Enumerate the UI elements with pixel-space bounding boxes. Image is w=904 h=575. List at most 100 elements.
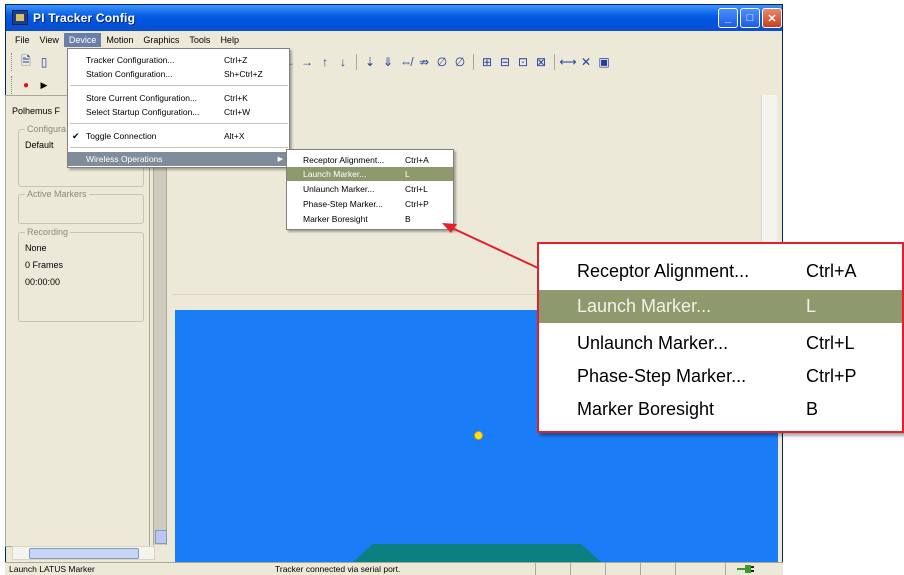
rotate-down-alt-icon[interactable]: ⇓ — [380, 54, 396, 70]
menu-item-select-startup-configuration[interactable]: Select Startup Configuration... Ctrl+W — [68, 105, 289, 119]
menu-item-label: Unlaunch Marker... — [303, 184, 375, 194]
menu-item-shortcut: B — [405, 214, 411, 224]
cross-icon[interactable]: ✕ — [578, 54, 594, 70]
view-front-icon[interactable]: ⊞ — [479, 54, 495, 70]
menu-item-receptor-alignment[interactable]: Receptor Alignment... Ctrl+A — [287, 153, 453, 167]
toolbar-grip[interactable] — [11, 76, 14, 94]
menu-separator — [70, 123, 288, 124]
menu-tools[interactable]: Tools — [184, 33, 215, 47]
marker-ball — [474, 431, 483, 440]
toolbar-separator — [356, 54, 357, 70]
menu-item-label: Select Startup Configuration... — [86, 107, 200, 117]
roll-right-icon[interactable]: ∅ — [452, 54, 468, 70]
scroll-down-button[interactable] — [155, 530, 167, 544]
arrow-up-icon[interactable]: ↑ — [317, 54, 333, 70]
menu-item-marker-boresight[interactable]: Marker Boresight B — [287, 212, 453, 226]
status-divider — [535, 563, 536, 575]
menu-item-label: Store Current Configuration... — [86, 93, 198, 103]
rotate-left-icon[interactable]: ⇎ — [398, 54, 414, 70]
zoom-shortcut: Ctrl+P — [806, 366, 857, 386]
active-markers-label: Active Markers — [25, 189, 89, 199]
arrow-down-icon[interactable]: ↓ — [335, 54, 351, 70]
record-icon[interactable]: ● — [18, 77, 34, 93]
device-menu: Tracker Configuration... Ctrl+Z Station … — [67, 48, 290, 168]
menu-motion[interactable]: Motion — [101, 33, 138, 47]
configuration-value: Default — [25, 140, 54, 150]
document-icon[interactable]: 🗎 — [18, 54, 34, 70]
menu-item-shortcut: Alt+X — [224, 131, 245, 141]
status-left-text: Launch LATUS Marker — [9, 564, 95, 574]
menu-item-label: Tracker Configuration... — [86, 55, 175, 65]
zoom-row-receptor-alignment: Receptor Alignment... Ctrl+A — [539, 255, 902, 288]
frame-icon[interactable]: ▣ — [596, 54, 612, 70]
maximize-button[interactable]: □ — [740, 8, 760, 28]
menu-item-shortcut: Sh+Ctrl+Z — [224, 69, 263, 79]
configuration-label: Configura — [25, 124, 69, 134]
menu-item-phase-step-marker[interactable]: Phase-Step Marker... Ctrl+P — [287, 197, 453, 211]
menu-view[interactable]: View — [35, 33, 64, 47]
menu-file[interactable]: File — [10, 33, 35, 47]
recording-time: 00:00:00 — [25, 277, 61, 287]
menu-graphics[interactable]: Graphics — [138, 33, 184, 47]
measure-icon[interactable]: ⟷ — [559, 54, 576, 70]
menu-item-label: Launch Marker... — [303, 169, 367, 179]
recording-group: Recording None 0 Frames 00:00:00 — [18, 227, 144, 322]
menu-item-tracker-configuration[interactable]: Tracker Configuration... Ctrl+Z — [68, 53, 289, 67]
zoom-shortcut: B — [806, 399, 819, 419]
menu-item-label: Toggle Connection — [86, 131, 157, 141]
menu-item-store-configuration[interactable]: Store Current Configuration... Ctrl+K — [68, 91, 289, 105]
close-button[interactable]: ✕ — [762, 8, 782, 28]
active-markers-group: Active Markers — [18, 189, 144, 224]
scroll-thumb[interactable] — [29, 548, 139, 559]
zoom-label: Launch Marker... — [577, 296, 712, 316]
app-icon — [12, 10, 28, 25]
menu-item-shortcut: L — [405, 169, 410, 179]
minimize-button[interactable]: _ — [718, 8, 738, 28]
status-divider — [605, 563, 606, 575]
view-side-icon[interactable]: ⊟ — [497, 54, 513, 70]
recording-frames: 0 Frames — [25, 260, 64, 270]
zoom-shortcut: Ctrl+A — [806, 261, 857, 281]
menu-item-wireless-operations[interactable]: Wireless Operations ▶ — [68, 152, 289, 166]
toolbar-grip[interactable] — [11, 53, 14, 71]
menu-item-unlaunch-marker[interactable]: Unlaunch Marker... Ctrl+L — [287, 182, 453, 196]
play-icon[interactable]: ▶ — [36, 77, 52, 93]
menu-device[interactable]: Device — [63, 33, 102, 47]
recording-label: Recording — [25, 227, 71, 237]
menu-item-shortcut: Ctrl+K — [224, 93, 248, 103]
menu-bar: File View Device Motion Graphics Tools H… — [6, 31, 782, 49]
menu-item-shortcut: Ctrl+P — [405, 199, 429, 209]
menu-separator — [70, 85, 288, 86]
rotate-down-icon[interactable]: ⇣ — [362, 54, 378, 70]
view-iso-icon[interactable]: ⊠ — [533, 54, 549, 70]
menu-item-shortcut: Ctrl+A — [405, 155, 429, 165]
zoom-shortcut: Ctrl+L — [806, 333, 855, 353]
horizontal-scrollbar[interactable] — [12, 546, 155, 560]
floor-plane — [353, 544, 601, 562]
arrow-right-icon[interactable]: → — [299, 54, 315, 70]
toolbar-separator — [473, 54, 474, 70]
checkmark-icon: ✔ — [72, 130, 80, 141]
connection-plug-icon — [737, 565, 754, 573]
roll-left-icon[interactable]: ∅ — [434, 54, 450, 70]
view-top-icon[interactable]: ⊡ — [515, 54, 531, 70]
zoomed-submenu-callout: Receptor Alignment... Ctrl+A Launch Mark… — [537, 242, 904, 433]
menu-item-label: Marker Boresight — [303, 214, 368, 224]
status-divider — [570, 563, 571, 575]
menu-item-label: Station Configuration... — [86, 69, 173, 79]
panel-title: Polhemus F — [12, 106, 61, 116]
menu-item-station-configuration[interactable]: Station Configuration... Sh+Ctrl+Z — [68, 67, 289, 81]
menu-item-shortcut: Ctrl+L — [405, 184, 428, 194]
zoom-shortcut: L — [806, 296, 817, 316]
zoom-label: Phase-Step Marker... — [577, 366, 747, 386]
status-divider — [725, 563, 726, 575]
page-icon[interactable]: ▯ — [36, 54, 52, 70]
menu-help[interactable]: Help — [215, 33, 244, 47]
menu-item-shortcut: Ctrl+W — [224, 107, 251, 117]
menu-item-label: Phase-Step Marker... — [303, 199, 383, 209]
menu-item-label: Receptor Alignment... — [303, 155, 385, 165]
menu-item-toggle-connection[interactable]: ✔ Toggle Connection Alt+X — [68, 129, 289, 143]
menu-item-launch-marker[interactable]: Launch Marker... L — [287, 167, 453, 181]
title-bar[interactable]: PI Tracker Config _ □ ✕ — [6, 5, 782, 31]
rotate-right-icon[interactable]: ⇏ — [416, 54, 432, 70]
